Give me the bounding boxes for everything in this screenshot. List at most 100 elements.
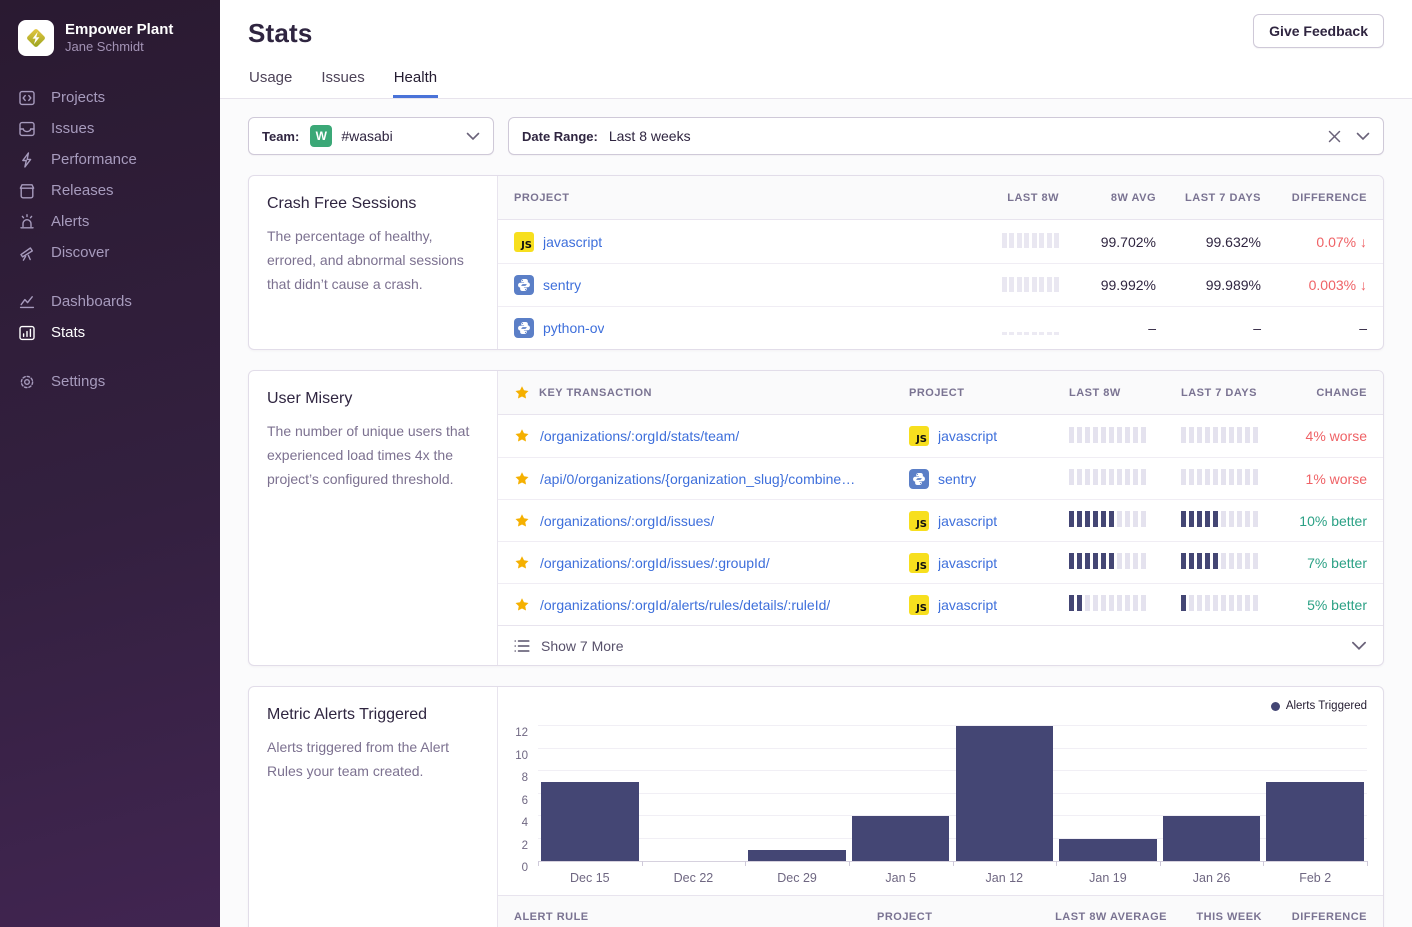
- clear-icon[interactable]: [1328, 130, 1341, 143]
- 8w-avg-cell: –: [1059, 320, 1156, 336]
- project-cell: python-ov: [514, 318, 929, 338]
- last-8w-cell: [1069, 469, 1181, 488]
- transaction-link[interactable]: /organizations/:orgId/issues/:groupId/: [540, 555, 770, 571]
- x-tick-label: Jan 5: [849, 871, 953, 885]
- change-cell: 1% worse: [1293, 471, 1367, 487]
- sidebar-item-label: Performance: [51, 151, 137, 168]
- difference-cell: 0.003% ↓: [1261, 277, 1367, 293]
- key-transaction-star-icon[interactable]: [514, 471, 530, 487]
- spark-bar: [1197, 511, 1202, 527]
- key-transaction-star-icon[interactable]: [514, 428, 530, 444]
- project-link[interactable]: javascript: [938, 597, 997, 613]
- key-transaction-star-icon[interactable]: [514, 597, 530, 613]
- date-range-select[interactable]: Date Range: Last 8 weeks: [508, 117, 1384, 155]
- column-header: This Week: [1167, 911, 1262, 923]
- spark-bar: [1213, 511, 1218, 527]
- chart-bar[interactable]: [956, 726, 1053, 861]
- spark-bar: [1085, 595, 1090, 611]
- chart-bar[interactable]: [852, 816, 949, 861]
- spark-bar: [1133, 427, 1138, 443]
- sparkline: [1069, 511, 1146, 527]
- axis-tick: [849, 861, 850, 866]
- chart-bar-slot: [849, 720, 953, 861]
- project-link[interactable]: python-ov: [543, 320, 604, 336]
- sidebar-item-projects[interactable]: Projects: [0, 82, 220, 113]
- column-header: Alert Rule: [514, 911, 877, 923]
- javascript-icon: JS: [909, 595, 929, 615]
- project-cell: sentry: [514, 275, 929, 295]
- sidebar-item-releases[interactable]: Releases: [0, 175, 220, 206]
- team-select[interactable]: Team: W #wasabi: [248, 117, 494, 155]
- tab-health[interactable]: Health: [393, 65, 438, 98]
- spark-bar: [1085, 427, 1090, 443]
- show-more-row[interactable]: Show 7 More: [498, 625, 1383, 665]
- key-transaction-cell: /organizations/:orgId/alerts/rules/detai…: [514, 597, 909, 613]
- spark-bar: [1125, 595, 1130, 611]
- key-transaction-star-icon[interactable]: [514, 555, 530, 571]
- sparkline: [1181, 427, 1258, 443]
- project-link[interactable]: javascript: [938, 555, 997, 571]
- tab-issues[interactable]: Issues: [320, 65, 365, 98]
- transaction-link[interactable]: /organizations/:orgId/issues/: [540, 513, 714, 529]
- chart-bar[interactable]: [1266, 782, 1363, 861]
- chart-bar[interactable]: [1163, 816, 1260, 861]
- spark-bar: [1047, 332, 1052, 335]
- spark-bar: [1077, 553, 1082, 569]
- sidebar-item-dashboards[interactable]: Dashboards: [0, 286, 220, 317]
- table-row: /organizations/:orgId/issues/JSjavascrip…: [498, 499, 1383, 541]
- sidebar-item-alerts[interactable]: Alerts: [0, 206, 220, 237]
- transaction-link[interactable]: /organizations/:orgId/stats/team/: [540, 428, 739, 444]
- sidebar-item-discover[interactable]: Discover: [0, 237, 220, 268]
- spark-bar: [1101, 427, 1106, 443]
- chart-bar[interactable]: [748, 850, 845, 861]
- last-7-days-cell: [1181, 511, 1293, 530]
- spark-bar: [1213, 469, 1218, 485]
- panel-title: User Misery: [267, 390, 479, 408]
- give-feedback-button[interactable]: Give Feedback: [1253, 14, 1384, 48]
- team-select-value: #wasabi: [341, 128, 392, 144]
- axis-tick: [642, 861, 643, 866]
- sidebar-item-performance[interactable]: Performance: [0, 144, 220, 175]
- project-link[interactable]: sentry: [543, 277, 581, 293]
- spark-bar: [1009, 332, 1014, 335]
- settings-icon: [18, 373, 36, 391]
- last-7-days-cell: 99.989%: [1156, 277, 1261, 293]
- sidebar-item-settings[interactable]: Settings: [0, 366, 220, 397]
- column-header: Change: [1293, 387, 1367, 399]
- key-transaction-star-icon[interactable]: [514, 513, 530, 529]
- tab-usage[interactable]: Usage: [248, 65, 293, 98]
- spark-bar: [1024, 233, 1029, 248]
- chart-bar-slot: [538, 720, 642, 861]
- empower-plant-logo-icon: [24, 26, 48, 50]
- axis-tick: [953, 861, 954, 866]
- sidebar-item-issues[interactable]: Issues: [0, 113, 220, 144]
- chart-bar[interactable]: [541, 782, 638, 861]
- axis-tick: [538, 861, 539, 866]
- transaction-link[interactable]: /api/0/organizations/{organization_slug}…: [540, 471, 855, 487]
- project-link[interactable]: javascript: [938, 428, 997, 444]
- spark-bar: [1133, 511, 1138, 527]
- spark-bar: [1237, 511, 1242, 527]
- project-link[interactable]: javascript: [543, 234, 602, 250]
- chart-bar[interactable]: [1059, 839, 1156, 862]
- chevron-down-icon[interactable]: [1356, 132, 1370, 141]
- sidebar-item-label: Issues: [51, 120, 94, 137]
- project-link[interactable]: sentry: [938, 471, 976, 487]
- panel-description: The number of unique users that experien…: [267, 419, 479, 491]
- org-switcher[interactable]: Empower Plant Jane Schmidt: [0, 20, 220, 56]
- spark-bar: [1245, 427, 1250, 443]
- column-header: Project: [877, 911, 1037, 923]
- axis-tick: [1160, 861, 1161, 866]
- spark-bar: [1009, 277, 1014, 292]
- last-7-days-cell: 99.632%: [1156, 234, 1261, 250]
- axis-tick: [1263, 861, 1264, 866]
- org-name: Empower Plant: [65, 21, 173, 39]
- legend-dot: [1271, 702, 1280, 711]
- transaction-link[interactable]: /organizations/:orgId/alerts/rules/detai…: [540, 597, 830, 613]
- sidebar-item-stats[interactable]: Stats: [0, 317, 220, 348]
- spark-bar: [1077, 595, 1082, 611]
- spark-bar: [1229, 427, 1234, 443]
- project-link[interactable]: javascript: [938, 513, 997, 529]
- spark-bar: [1253, 469, 1258, 485]
- sidebar-item-label: Alerts: [51, 213, 89, 230]
